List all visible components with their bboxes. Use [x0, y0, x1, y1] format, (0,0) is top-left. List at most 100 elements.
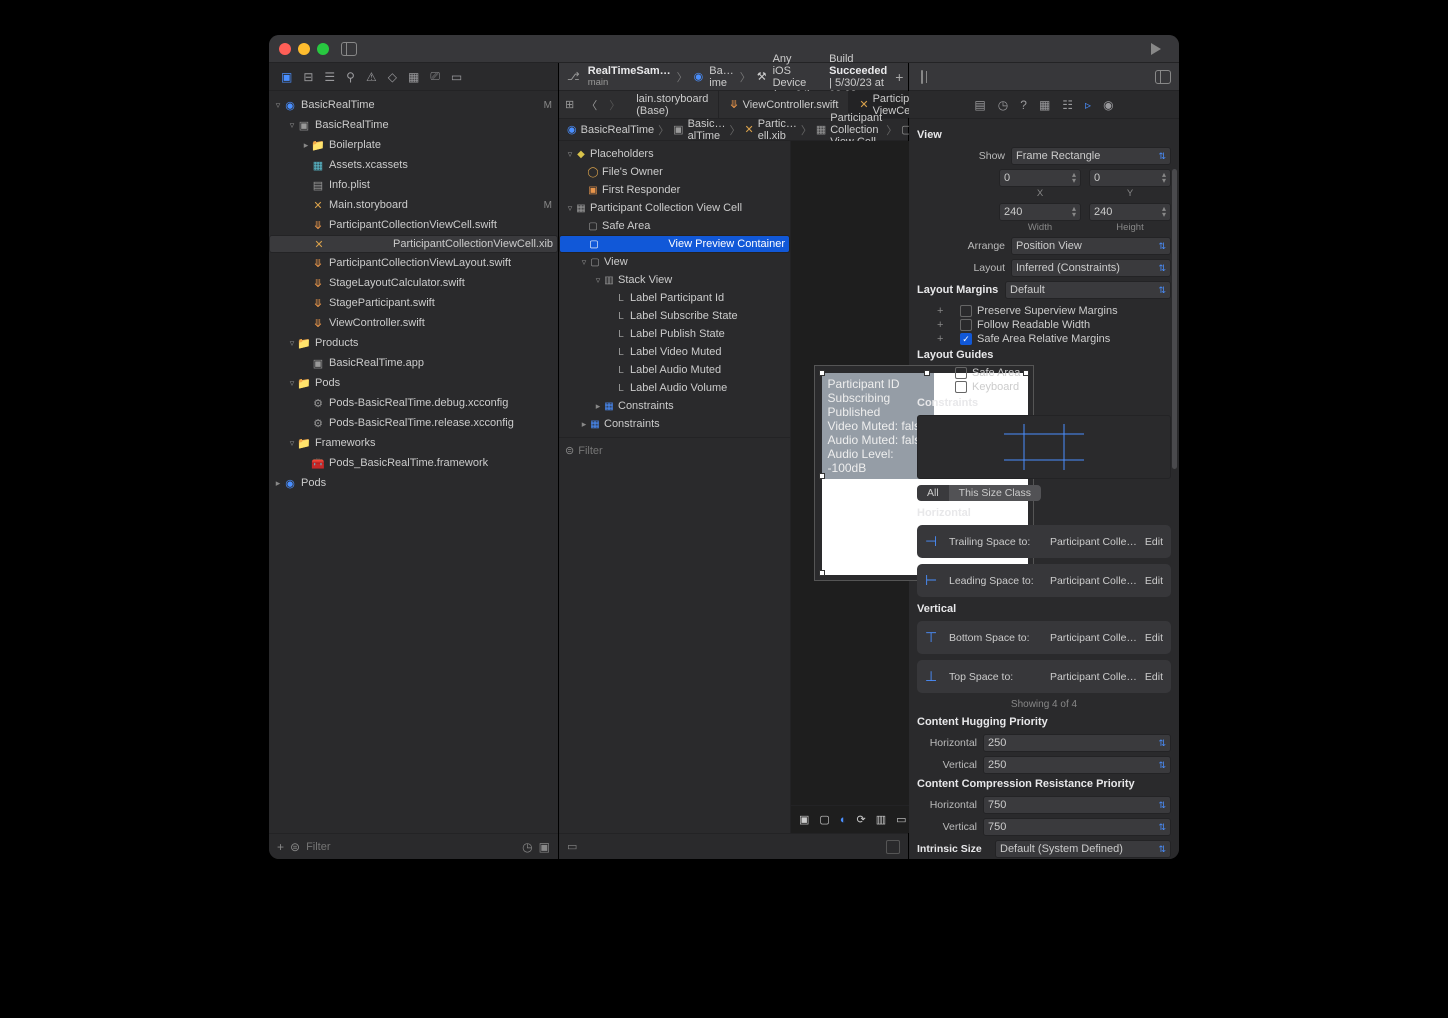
help-inspector-icon[interactable]: ?	[1020, 98, 1027, 112]
attributes-inspector-icon[interactable]: ☷	[1062, 98, 1073, 112]
source-nav-icon[interactable]: ⊟	[303, 70, 313, 84]
safe-area-margins-check[interactable]: +✓Safe Area Relative Margins	[937, 333, 1171, 345]
add-icon[interactable]: +	[277, 840, 284, 854]
keyboard-guide-check[interactable]: Keyboard	[955, 381, 1171, 393]
constraints-diagram[interactable]	[917, 415, 1171, 479]
outline-item[interactable]: LLabel Publish State	[559, 325, 790, 343]
show-select[interactable]: Frame Rectangle⇅	[1011, 147, 1171, 165]
outline-item[interactable]: ▣First Responder	[559, 181, 790, 199]
readable-width-check[interactable]: +Follow Readable Width	[937, 319, 1171, 331]
tree-file[interactable]: ⤋ParticipantCollectionViewLayout.swift	[269, 253, 558, 273]
tree-folder[interactable]: ▿📁Frameworks	[269, 433, 558, 453]
layout-select[interactable]: Inferred (Constraints)⇅	[1011, 259, 1171, 277]
tree-file[interactable]: ▤Info.plist	[269, 175, 558, 195]
resize-handle[interactable]	[819, 370, 825, 376]
outline-item-selected[interactable]: ▢View Preview Container	[559, 235, 790, 253]
outline-item[interactable]: LLabel Audio Muted	[559, 361, 790, 379]
outline-group[interactable]: ▿▦Participant Collection View Cell	[559, 199, 790, 217]
scm-icon[interactable]: ▣	[539, 840, 550, 854]
jump-bar[interactable]: ◉BasicRealTime〉 ▣Basic…alTime〉 ✕Partic…e…	[559, 119, 908, 141]
arrange-select[interactable]: Position View⇅	[1011, 237, 1171, 255]
outline-item[interactable]: LLabel Participant Id	[559, 289, 790, 307]
inspector-toggle-icon[interactable]	[1155, 70, 1171, 84]
sidebar-toggle-icon[interactable]	[341, 42, 357, 56]
margins-select[interactable]: Default⇅	[1005, 281, 1171, 299]
tree-file[interactable]: ▦Assets.xcassets	[269, 155, 558, 175]
compression-h-input[interactable]: 750⇅	[983, 796, 1171, 814]
outline-item[interactable]: ◯File's Owner	[559, 163, 790, 181]
console-icon[interactable]: ▭	[567, 840, 577, 853]
tree-file-selected[interactable]: ✕ParticipantCollectionViewCell.xib	[269, 235, 558, 253]
branch-icon[interactable]: ⎇	[567, 70, 580, 83]
tree-file[interactable]: ⤋ViewController.swift	[269, 313, 558, 333]
tree-folder[interactable]: ▿▣BasicRealTime	[269, 115, 558, 135]
constraint-top[interactable]: ⊥Top Space to:Participant Colle…Edit	[917, 660, 1171, 693]
tree-file[interactable]: ⚙Pods-BasicRealTime.release.xcconfig	[269, 413, 558, 433]
find-nav-icon[interactable]: ⚲	[346, 70, 355, 84]
minimize-icon[interactable]	[298, 43, 310, 55]
tree-folder[interactable]: ▿📁Products	[269, 333, 558, 353]
compression-v-input[interactable]: 750⇅	[983, 818, 1171, 836]
tree-project-root[interactable]: ▿◉BasicRealTimeM	[269, 95, 558, 115]
nav-filter-input[interactable]	[306, 841, 516, 853]
width-input[interactable]: 240▴▾	[999, 203, 1081, 221]
outline-item[interactable]: ▸▦Constraints	[559, 397, 790, 415]
filter-icon[interactable]: ⊜	[565, 444, 574, 457]
safe-area-guide-check[interactable]: Safe Area	[955, 367, 1171, 379]
x-input[interactable]: 0▴▾	[999, 169, 1081, 187]
tree-file[interactable]: ✕Main.storyboardM	[269, 195, 558, 215]
tree-folder[interactable]: ▿📁Pods	[269, 373, 558, 393]
debug-toggle-icon[interactable]	[886, 840, 900, 854]
height-input[interactable]: 240▴▾	[1089, 203, 1171, 221]
appearance-icon[interactable]: ◐	[840, 814, 847, 826]
grid-icon[interactable]: ⊞	[559, 98, 580, 111]
project-nav-icon[interactable]: ▣	[281, 70, 292, 84]
outline-filter-input[interactable]	[578, 445, 784, 457]
intrinsic-select[interactable]: Default (System Defined)⇅	[995, 840, 1171, 858]
outline-item[interactable]: ▸▦Constraints	[559, 415, 790, 433]
outline-item[interactable]: LLabel Subscribe State	[559, 307, 790, 325]
report-nav-icon[interactable]: ▭	[451, 70, 462, 84]
issue-nav-icon[interactable]: ⚠	[366, 70, 377, 84]
tree-file[interactable]: 🧰Pods_BasicRealTime.framework	[269, 453, 558, 473]
constraint-leading[interactable]: ⊢Leading Space to:Participant Colle…Edit	[917, 564, 1171, 597]
back-icon[interactable]: 〈	[580, 97, 603, 113]
outline-item[interactable]: ▿▢View	[559, 253, 790, 271]
hugging-h-input[interactable]: 250⇅	[983, 734, 1171, 752]
constraint-bottom[interactable]: ⊤Bottom Space to:Participant Colle…Edit	[917, 621, 1171, 654]
run-button[interactable]	[1151, 43, 1161, 55]
tree-file[interactable]: ⚙Pods-BasicRealTime.debug.xcconfig	[269, 393, 558, 413]
tree-file[interactable]: ⤋StageLayoutCalculator.swift	[269, 273, 558, 293]
resize-handle[interactable]	[819, 473, 825, 479]
layout-icon[interactable]: ▥	[876, 813, 886, 826]
test-nav-icon[interactable]: ◇	[388, 70, 397, 84]
adjust-icon[interactable]: ▢	[819, 813, 829, 826]
scrollbar[interactable]	[1172, 169, 1177, 469]
constraint-trailing[interactable]: ⊣Trailing Space to:Participant Colle…Edi…	[917, 525, 1171, 558]
zoom-icon[interactable]	[317, 43, 329, 55]
debug-nav-icon[interactable]: ▦	[408, 70, 419, 84]
hugging-v-input[interactable]: 250⇅	[983, 756, 1171, 774]
breakpoint-nav-icon[interactable]: ⎚	[430, 69, 440, 84]
close-icon[interactable]	[279, 43, 291, 55]
forward-icon[interactable]: 〉	[603, 97, 626, 113]
outline-item[interactable]: LLabel Audio Volume	[559, 379, 790, 397]
tree-file[interactable]: ⤋ParticipantCollectionViewCell.swift	[269, 215, 558, 235]
history-inspector-icon[interactable]: ◷	[998, 98, 1008, 112]
outline-group[interactable]: ▿◆Placeholders	[559, 145, 790, 163]
clock-icon[interactable]: ◷	[522, 840, 532, 854]
add-tab-icon[interactable]: +	[895, 69, 903, 85]
constraints-scope-segment[interactable]: AllThis Size Class	[917, 485, 1041, 501]
resize-handle[interactable]	[819, 570, 825, 576]
file-inspector-icon[interactable]: ▤	[974, 98, 985, 112]
identity-inspector-icon[interactable]: ▦	[1039, 98, 1050, 112]
filter-icon[interactable]: ⊜	[290, 840, 300, 854]
orientation-icon[interactable]: ⟳	[856, 813, 865, 826]
outline-item[interactable]: ▿▥Stack View	[559, 271, 790, 289]
tree-project[interactable]: ▸◉Pods	[269, 473, 558, 493]
tree-file[interactable]: ▣BasicRealTime.app	[269, 353, 558, 373]
connections-inspector-icon[interactable]: ◉	[1103, 98, 1113, 112]
symbol-nav-icon[interactable]: ☰	[324, 70, 335, 84]
tab-storyboard[interactable]: lain.storyboard (Base)	[626, 91, 719, 118]
device-icon[interactable]: ▭	[896, 813, 906, 826]
